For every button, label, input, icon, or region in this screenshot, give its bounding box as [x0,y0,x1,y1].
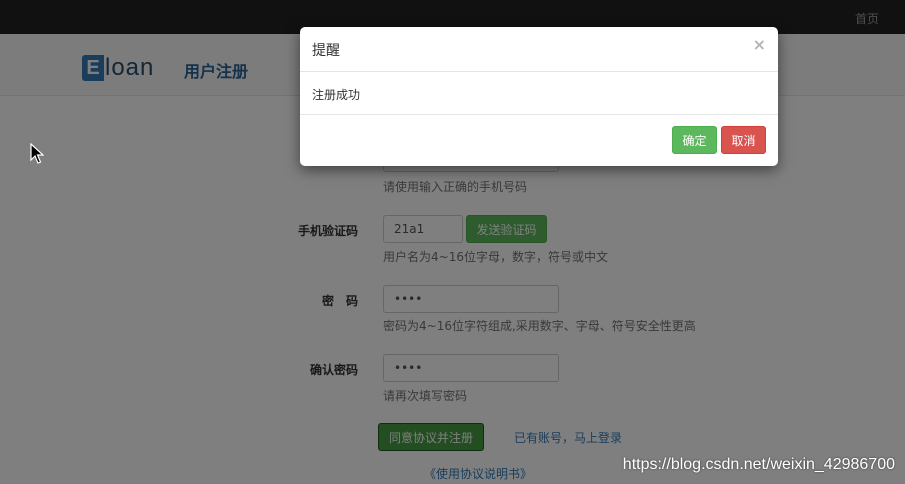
close-icon[interactable]: × [753,35,766,54]
modal-body: 注册成功 [300,72,778,115]
cancel-button[interactable]: 取消 [721,126,766,154]
confirm-button[interactable]: 确定 [672,126,717,154]
watermark-text: https://blog.csdn.net/weixin_42986700 [622,456,895,473]
modal-header: 提醒 × [300,27,778,72]
alert-modal: 提醒 × 注册成功 确定 取消 [300,27,778,166]
modal-title: 提醒 [312,43,340,59]
mouse-cursor-icon [30,143,44,164]
modal-message: 注册成功 [312,88,361,102]
